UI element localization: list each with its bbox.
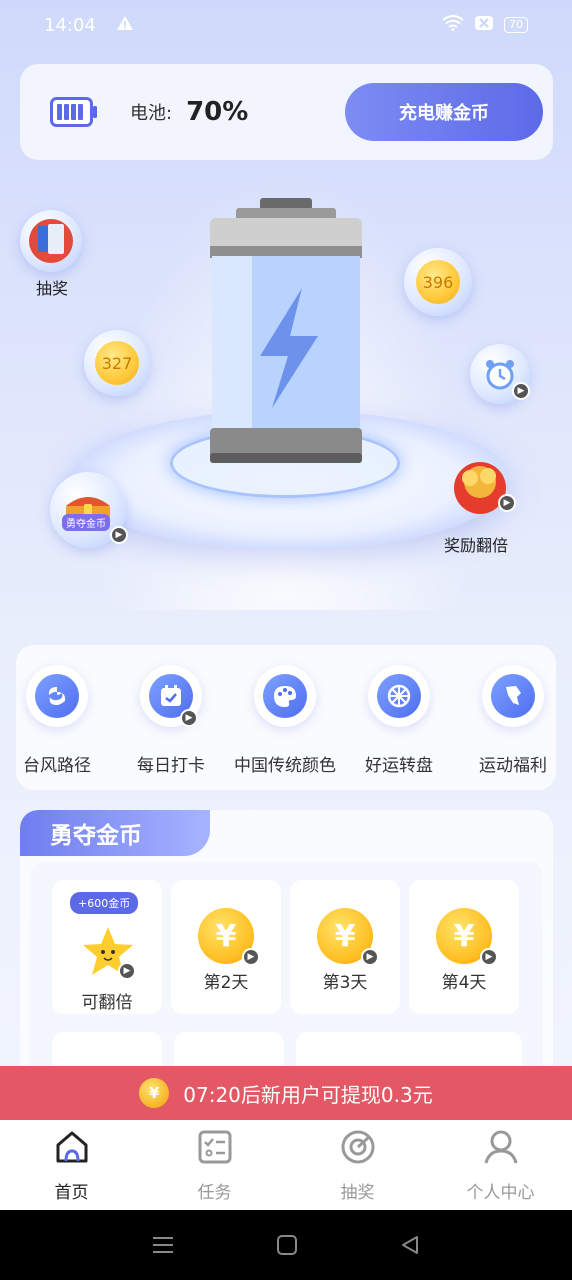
day-1-label: 可翻倍	[81, 993, 133, 1013]
lottery-label: 抽奖	[36, 279, 69, 298]
section-title: 勇夺金币	[20, 810, 210, 856]
checklist-icon	[198, 1130, 231, 1164]
withdraw-notice-bar[interactable]: ¥ 07:20后新用户可提现0.3元	[0, 1066, 572, 1120]
coin-icon: ¥ ▶	[198, 908, 260, 966]
status-bar: 14:04 70	[0, 0, 572, 50]
tab-label: 抽奖	[340, 1183, 375, 1203]
play-icon: ▶	[512, 382, 530, 400]
typhoon-icon	[48, 687, 66, 705]
tab-label: 首页	[54, 1183, 89, 1203]
day-label: 第4天	[441, 973, 487, 993]
sport-icon	[506, 686, 521, 705]
notice-text: 07:20后新用户可提现0.3元	[183, 1082, 433, 1107]
play-icon: ▶	[480, 948, 498, 966]
bottom-tab-bar: 首页 任务 抽奖 个人中心	[0, 1120, 572, 1210]
tool-lucky-wheel[interactable]: 好运转盘	[344, 665, 454, 776]
tool-label: 运动福利	[479, 756, 547, 776]
day-label: 第3天	[322, 973, 368, 993]
chest-label: 勇夺金币	[62, 514, 110, 531]
tools-card: 台风路径 ▶ 每日打卡 中国传统颜色 好运转盘 运动福利	[16, 645, 556, 790]
play-icon: ▶	[242, 948, 260, 966]
tab-tasks[interactable]: 任务	[150, 1127, 280, 1203]
charge-earn-coins-button[interactable]: 充电赚金币	[345, 83, 543, 141]
tab-lottery[interactable]: 抽奖	[293, 1127, 423, 1203]
calendar-icon	[161, 685, 181, 706]
reward-double-button[interactable]: ▶	[448, 452, 516, 516]
user-icon	[484, 1130, 517, 1164]
coin-bubble-327[interactable]: 327	[84, 330, 150, 396]
coin-amount-right: 396	[416, 260, 460, 304]
day-4-card[interactable]: ¥ ▶ 第4天	[409, 880, 519, 1014]
tool-daily-checkin[interactable]: ▶ 每日打卡	[116, 665, 226, 776]
lottery-float-button[interactable]	[20, 210, 82, 272]
day-3-card[interactable]: ¥ ▶ 第3天	[290, 880, 400, 1014]
double-reward-label: 奖励翻倍	[444, 536, 509, 555]
coin-bubble-396[interactable]: 396	[404, 248, 472, 316]
big-battery-illustration	[206, 198, 366, 468]
back-icon[interactable]	[399, 1234, 421, 1256]
tab-label: 个人中心	[466, 1183, 535, 1203]
home-square-icon[interactable]	[276, 1234, 298, 1256]
hero-scene: 抽奖 327 396 ▶ ▶ 勇夺金币 ▶ 奖励翻倍	[0, 170, 572, 610]
palette-icon	[274, 686, 296, 707]
battery-percentage: 70%	[186, 97, 249, 127]
phone-prize-icon	[29, 219, 73, 263]
play-icon: ▶	[498, 494, 516, 512]
play-icon: ▶	[180, 709, 198, 727]
alarm-clock-bubble[interactable]: ▶	[470, 344, 530, 404]
status-battery: 70	[504, 17, 528, 33]
coin-icon: ¥ ▶	[436, 908, 498, 966]
menu-icon[interactable]	[151, 1235, 175, 1255]
tab-profile[interactable]: 个人中心	[436, 1127, 566, 1203]
bonus-pill: +600金币	[70, 892, 139, 914]
tool-label: 台风路径	[23, 756, 91, 776]
coin-icon: ¥	[139, 1078, 170, 1108]
tool-traditional-colors[interactable]: 中国传统颜色	[230, 665, 340, 776]
tool-label: 好运转盘	[365, 756, 433, 776]
coin-icon: ¥ ▶	[317, 908, 379, 966]
tool-label: 中国传统颜色	[234, 756, 336, 776]
battery-icon	[50, 97, 98, 127]
status-time: 14:04	[44, 14, 96, 36]
home-icon	[56, 1131, 87, 1163]
system-nav-bar	[0, 1210, 572, 1280]
battery-label: 电池:	[130, 103, 173, 124]
play-icon: ▶	[110, 526, 128, 544]
target-icon	[341, 1130, 374, 1164]
day-label: 第2天	[203, 973, 249, 993]
tool-label: 每日打卡	[137, 756, 205, 776]
warning-icon	[116, 15, 134, 36]
wifi-icon	[442, 15, 464, 35]
tool-typhoon-path[interactable]: 台风路径	[2, 665, 112, 776]
play-icon: ▶	[118, 962, 136, 980]
coin-amount-left: 327	[95, 341, 139, 385]
wheel-icon	[387, 684, 411, 708]
tab-home[interactable]: 首页	[7, 1127, 137, 1203]
tab-label: 任务	[197, 1183, 232, 1203]
day-2-card[interactable]: ¥ ▶ 第2天	[171, 880, 281, 1014]
day-1-card[interactable]: +600金币 ▶ 可翻倍	[52, 880, 162, 1014]
tool-sports-benefits[interactable]: 运动福利	[458, 665, 568, 776]
battery-card: 电池: 70% 充电赚金币	[20, 64, 553, 160]
alarm-clock-icon	[486, 360, 514, 390]
chest-float-button[interactable]: ▶	[50, 472, 128, 548]
play-icon: ▶	[361, 948, 379, 966]
sim-off-icon	[474, 15, 494, 35]
